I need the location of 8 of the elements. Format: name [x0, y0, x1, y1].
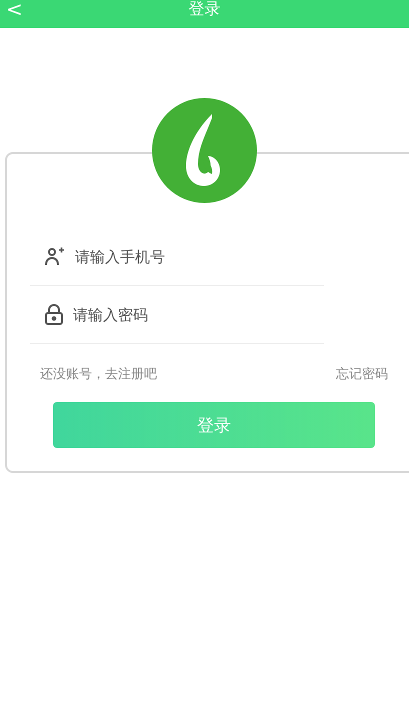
input-field[interactable]: 请输入手机号: [75, 248, 324, 266]
page-title: 登录: [188, 0, 220, 19]
register-link[interactable]: 还没账号，去注册吧: [40, 365, 157, 383]
forgot-password-link[interactable]: 忘记密码: [336, 365, 388, 383]
input-field[interactable]: 请输入密码: [73, 306, 324, 324]
add-user-icon: [45, 246, 65, 266]
lock-icon: [45, 304, 63, 325]
back-button[interactable]: <: [6, 0, 23, 21]
